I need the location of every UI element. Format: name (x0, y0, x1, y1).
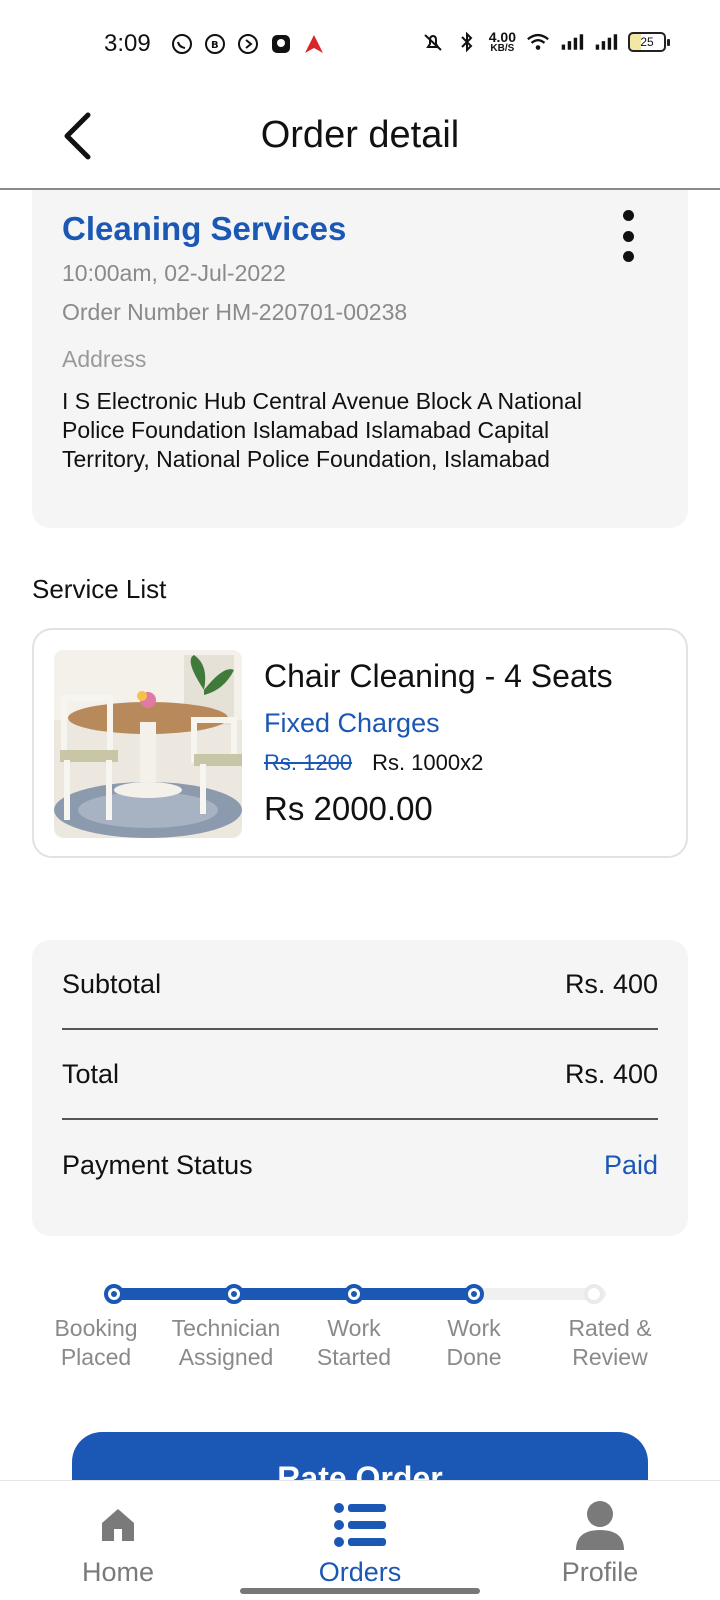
bottom-nav: Home Orders Profile (0, 1480, 720, 1600)
subtotal-label: Subtotal (62, 968, 162, 999)
nav-profile-label: Profile (561, 1557, 639, 1587)
total-value: Rs. 400 (564, 1058, 658, 1089)
service-thumbnail (54, 650, 242, 838)
payment-status-value: Paid (603, 1149, 658, 1180)
order-datetime: 10:00am, 02-Jul-2022 (62, 260, 286, 286)
person-icon (574, 1501, 626, 1550)
progress-step-dot (224, 1284, 244, 1304)
unit-price: Rs. 1000 (372, 750, 461, 775)
total-row: Total Rs. 400 (62, 1030, 658, 1120)
progress-step-label: Technician Assigned (171, 1315, 281, 1370)
list-icon (334, 1501, 386, 1549)
a-app-icon (302, 32, 326, 56)
home-icon (98, 1501, 138, 1549)
nav-home[interactable]: Home (38, 1481, 198, 1600)
home-indicator (240, 1588, 480, 1594)
play-icon (236, 32, 260, 56)
price-row: Rs. 1200 Rs. 1000x2 (264, 750, 483, 776)
nav-orders-label: Orders (318, 1557, 402, 1587)
app-header: Order detail (0, 90, 720, 190)
progress-step-label: Booking Placed (54, 1315, 138, 1370)
progress-step-label: Rated & Review (568, 1315, 652, 1370)
subtotal-row: Subtotal Rs. 400 (62, 940, 658, 1030)
bluetooth-icon (455, 30, 479, 54)
signal-icon (560, 30, 584, 54)
charge-type: Fixed Charges (264, 708, 440, 738)
discounted-price: Rs. 1000x2 (372, 750, 483, 776)
progress-fill (114, 1288, 474, 1300)
nav-home-label: Home (81, 1557, 155, 1587)
total-label: Total (62, 1058, 120, 1089)
service-item-name: Chair Cleaning - 4 Seats (264, 658, 613, 694)
order-info-card: Cleaning Services 10:00am, 02-Jul-2022 O… (32, 190, 688, 528)
nav-orders[interactable]: Orders (280, 1481, 440, 1600)
progress-step-dot (104, 1284, 124, 1304)
service-list-label: Service List (32, 574, 167, 604)
progress-step-dot (344, 1284, 364, 1304)
progress-step-label: Work Done (446, 1315, 502, 1370)
quantity: x2 (460, 750, 484, 775)
mute-icon (421, 30, 445, 54)
b-app-icon: B (203, 32, 227, 56)
subtotal-value: Rs. 400 (564, 968, 658, 999)
order-number: Order Number HM-220701-00238 (62, 299, 408, 325)
service-title: Cleaning Services (62, 210, 347, 247)
page-title: Order detail (260, 114, 460, 156)
notification-icons: B (170, 32, 326, 56)
svg-text:B: B (211, 40, 219, 51)
square-app-icon (269, 32, 293, 56)
service-item[interactable]: Chair Cleaning - 4 Seats Fixed Charges R… (32, 628, 688, 858)
system-status-icons: 4.00 KB/S 25 (421, 29, 670, 54)
order-progress-tracker: Booking Placed Technician Assigned Work St… (0, 1278, 720, 1388)
payment-status-label: Payment Status (62, 1149, 253, 1180)
wifi-icon (526, 30, 550, 54)
order-summary: Subtotal Rs. 400 Total Rs. 400 Payment S… (32, 940, 688, 1236)
service-item-total: Rs 2000.00 (264, 790, 433, 827)
network-speed: 4.00 KB/S (488, 29, 516, 54)
signal-icon-2 (594, 30, 618, 54)
original-price: Rs. 1200 (264, 750, 353, 775)
address-text: I S Electronic Hub Central Avenue Block … (62, 388, 582, 472)
progress-step-dot (584, 1284, 604, 1304)
status-time: 3:09 (104, 30, 151, 57)
battery-icon: 25 (628, 32, 670, 52)
payment-status-row: Payment Status Paid (62, 1120, 658, 1210)
status-bar: 3:09 B 4.00 KB/S 25 (0, 0, 720, 90)
address-label: Address (62, 346, 147, 372)
progress-step-label: Work Started (316, 1315, 392, 1370)
nav-profile[interactable]: Profile (520, 1481, 680, 1600)
more-options-icon[interactable] (618, 210, 638, 262)
whatsapp-icon (170, 32, 194, 56)
progress-step-dot (464, 1284, 484, 1304)
